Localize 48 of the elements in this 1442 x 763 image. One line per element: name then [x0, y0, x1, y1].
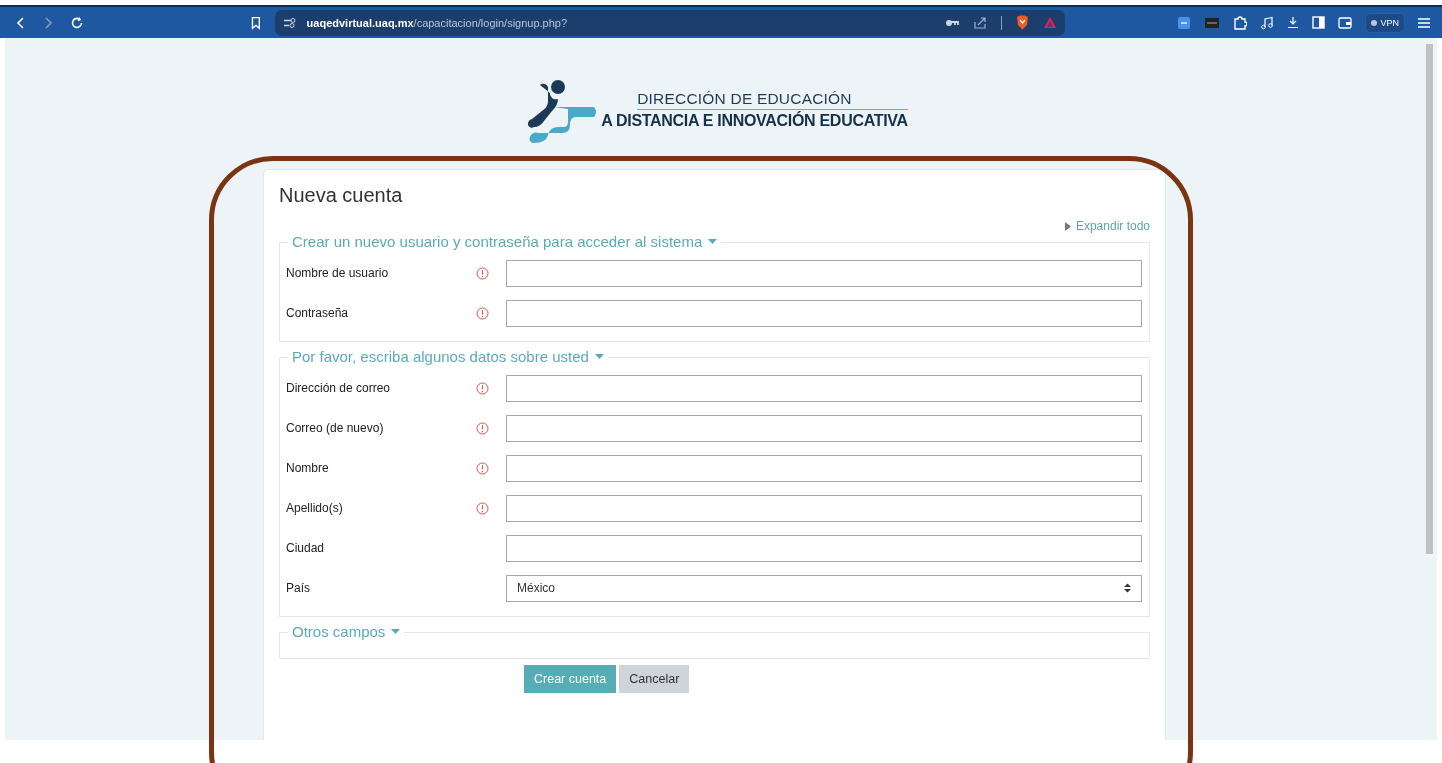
url-text: uaqedvirtual.uaq.mx/capacitacion/login/signup.php? — [306, 16, 569, 29]
music-note-icon[interactable] — [1260, 15, 1275, 30]
country-select[interactable]: México — [506, 574, 1142, 602]
wallet-icon[interactable] — [1338, 16, 1353, 29]
input-field[interactable] — [506, 259, 1142, 287]
site-settings-icon[interactable] — [282, 16, 297, 29]
field-label: País — [286, 581, 311, 595]
scrollbar[interactable] — [1426, 44, 1433, 554]
field-label: Correo (de nuevo) — [286, 421, 385, 435]
download-icon[interactable] — [1287, 16, 1300, 29]
field-label: Apellido(s) — [286, 501, 344, 515]
field-label: Ciudad — [286, 541, 326, 555]
create-account-button[interactable]: Crear cuenta — [524, 665, 617, 693]
logo-subtitle: A DISTANCIA E INNOVACIÓN EDUCATIVA — [601, 112, 908, 130]
caret-right-icon — [1064, 221, 1071, 231]
section-toggle[interactable]: Por favor, escriba algunos datos sobre usted — [292, 348, 604, 365]
expand-all-link[interactable]: Expandir todo — [1064, 219, 1150, 233]
sort-arrows-icon — [1124, 583, 1131, 593]
field-label: Dirección de correo — [286, 381, 392, 395]
field-label: Nombre de usuario — [286, 266, 390, 280]
bookmark-icon[interactable] — [250, 15, 261, 30]
caret-down-icon — [594, 352, 604, 361]
reload-icon[interactable] — [70, 15, 84, 30]
input-field[interactable] — [506, 494, 1142, 522]
input-field[interactable] — [506, 534, 1142, 562]
caret-down-icon — [708, 237, 718, 246]
input-field[interactable] — [506, 454, 1142, 482]
page-title: Nueva cuenta — [279, 184, 404, 207]
input-field[interactable] — [506, 374, 1142, 402]
sidebar-icon[interactable] — [1312, 16, 1326, 29]
puzzle-icon[interactable] — [1233, 15, 1248, 30]
share-icon[interactable] — [973, 15, 988, 30]
section-toggle[interactable]: Otros campos — [292, 623, 401, 640]
field-label: Nombre — [286, 461, 330, 475]
key-icon[interactable] — [945, 17, 960, 28]
input-field[interactable] — [506, 299, 1142, 327]
back-icon[interactable] — [16, 15, 26, 30]
vpn-button[interactable]: VPN — [1365, 12, 1405, 33]
section-toggle[interactable]: Crear un nuevo usuario y contraseña para acceder al sistema — [292, 233, 718, 250]
forward-icon[interactable] — [43, 15, 53, 30]
card-icon[interactable] — [1204, 16, 1221, 29]
input-field[interactable] — [506, 414, 1142, 442]
menu-icon[interactable] — [1418, 17, 1430, 28]
address-bar[interactable]: uaqedvirtual.uaq.mx/capacitacion/login/signup.php? — [274, 9, 1066, 36]
caret-down-icon — [391, 627, 401, 636]
field-label: Contraseña — [286, 306, 350, 320]
logo-title: DIRECCIÓN DE EDUCACIÓN — [637, 90, 853, 108]
cancel-button[interactable]: Cancelar — [619, 665, 690, 693]
